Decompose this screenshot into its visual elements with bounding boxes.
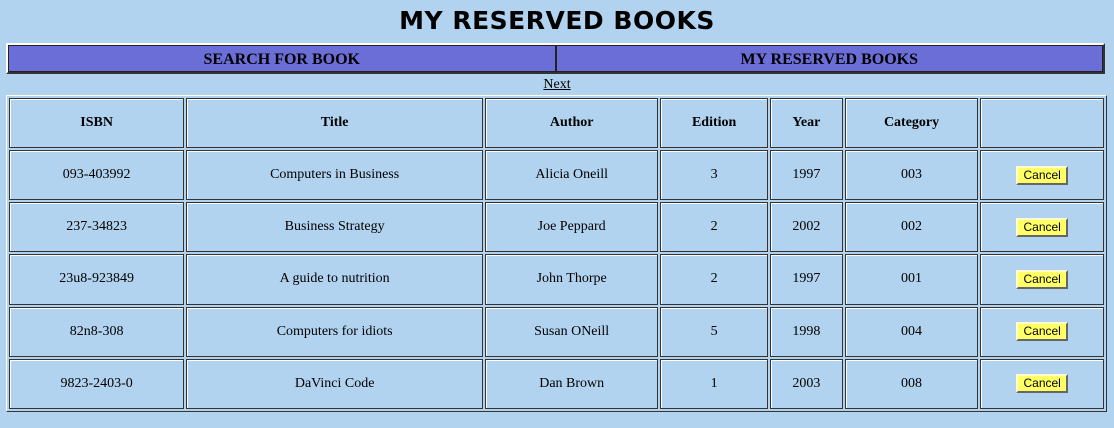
cell-year: 2002: [769, 202, 843, 253]
table-row: 23u8-923849 A guide to nutrition John Th…: [9, 254, 1104, 305]
header-edition: Edition: [660, 98, 768, 148]
page: MY RESERVED BOOKS SEARCH FOR BOOK MY RES…: [0, 0, 1114, 428]
cancel-button[interactable]: Cancel: [1016, 322, 1068, 342]
cancel-button[interactable]: Cancel: [1016, 217, 1068, 237]
header-title: Title: [186, 98, 484, 148]
cell-isbn: 9823-2403-0: [9, 358, 185, 409]
cancel-button[interactable]: Cancel: [1016, 374, 1068, 394]
cell-actions: Cancel: [980, 254, 1104, 305]
header-year: Year: [769, 98, 843, 148]
table-header-row: ISBN Title Author Edition Year Category: [9, 98, 1104, 148]
cell-author: Susan ONeill: [485, 306, 659, 357]
cell-author: Dan Brown: [485, 358, 659, 409]
cell-category: 002: [844, 202, 979, 253]
pagination: Next: [0, 77, 1114, 93]
cell-actions: Cancel: [980, 358, 1104, 409]
cancel-button[interactable]: Cancel: [1016, 165, 1068, 185]
cell-isbn: 82n8-308: [9, 306, 185, 357]
cell-year: 1998: [769, 306, 843, 357]
table-row: 9823-2403-0 DaVinci Code Dan Brown 1 200…: [9, 358, 1104, 409]
cell-edition: 3: [660, 150, 768, 201]
cell-actions: Cancel: [980, 150, 1104, 201]
cell-author: Joe Peppard: [485, 202, 659, 253]
next-link[interactable]: Next: [543, 77, 570, 92]
reserved-books-table: ISBN Title Author Edition Year Category …: [6, 95, 1107, 412]
cell-category: 008: [844, 358, 979, 409]
cell-category: 003: [844, 150, 979, 201]
cell-edition: 2: [660, 254, 768, 305]
nav-my-reserved-books[interactable]: MY RESERVED BOOKS: [555, 45, 1103, 72]
cell-category: 004: [844, 306, 979, 357]
cell-title: Business Strategy: [186, 202, 484, 253]
cell-category: 001: [844, 254, 979, 305]
page-title: MY RESERVED BOOKS: [399, 6, 715, 35]
cell-year: 1997: [769, 150, 843, 201]
nav-bar: SEARCH FOR BOOK MY RESERVED BOOKS: [6, 43, 1105, 74]
table-row: 093-403992 Computers in Business Alicia …: [9, 150, 1104, 201]
header-category: Category: [844, 98, 979, 148]
header-author: Author: [485, 98, 659, 148]
cell-title: DaVinci Code: [186, 358, 484, 409]
table-row: 82n8-308 Computers for idiots Susan ONei…: [9, 306, 1104, 357]
cell-isbn: 093-403992: [9, 150, 185, 201]
cell-year: 2003: [769, 358, 843, 409]
cell-isbn: 23u8-923849: [9, 254, 185, 305]
cell-edition: 1: [660, 358, 768, 409]
header-isbn: ISBN: [9, 98, 185, 148]
table-row: 237-34823 Business Strategy Joe Peppard …: [9, 202, 1104, 253]
cell-title: Computers for idiots: [186, 306, 484, 357]
cell-title: Computers in Business: [186, 150, 484, 201]
cell-isbn: 237-34823: [9, 202, 185, 253]
cell-author: John Thorpe: [485, 254, 659, 305]
cell-edition: 5: [660, 306, 768, 357]
cell-actions: Cancel: [980, 202, 1104, 253]
cell-author: Alicia Oneill: [485, 150, 659, 201]
cell-edition: 2: [660, 202, 768, 253]
cell-year: 1997: [769, 254, 843, 305]
header-actions: [980, 98, 1104, 148]
cell-title: A guide to nutrition: [186, 254, 484, 305]
cell-actions: Cancel: [980, 306, 1104, 357]
nav-search-for-book[interactable]: SEARCH FOR BOOK: [8, 45, 556, 72]
cancel-button[interactable]: Cancel: [1016, 269, 1068, 289]
